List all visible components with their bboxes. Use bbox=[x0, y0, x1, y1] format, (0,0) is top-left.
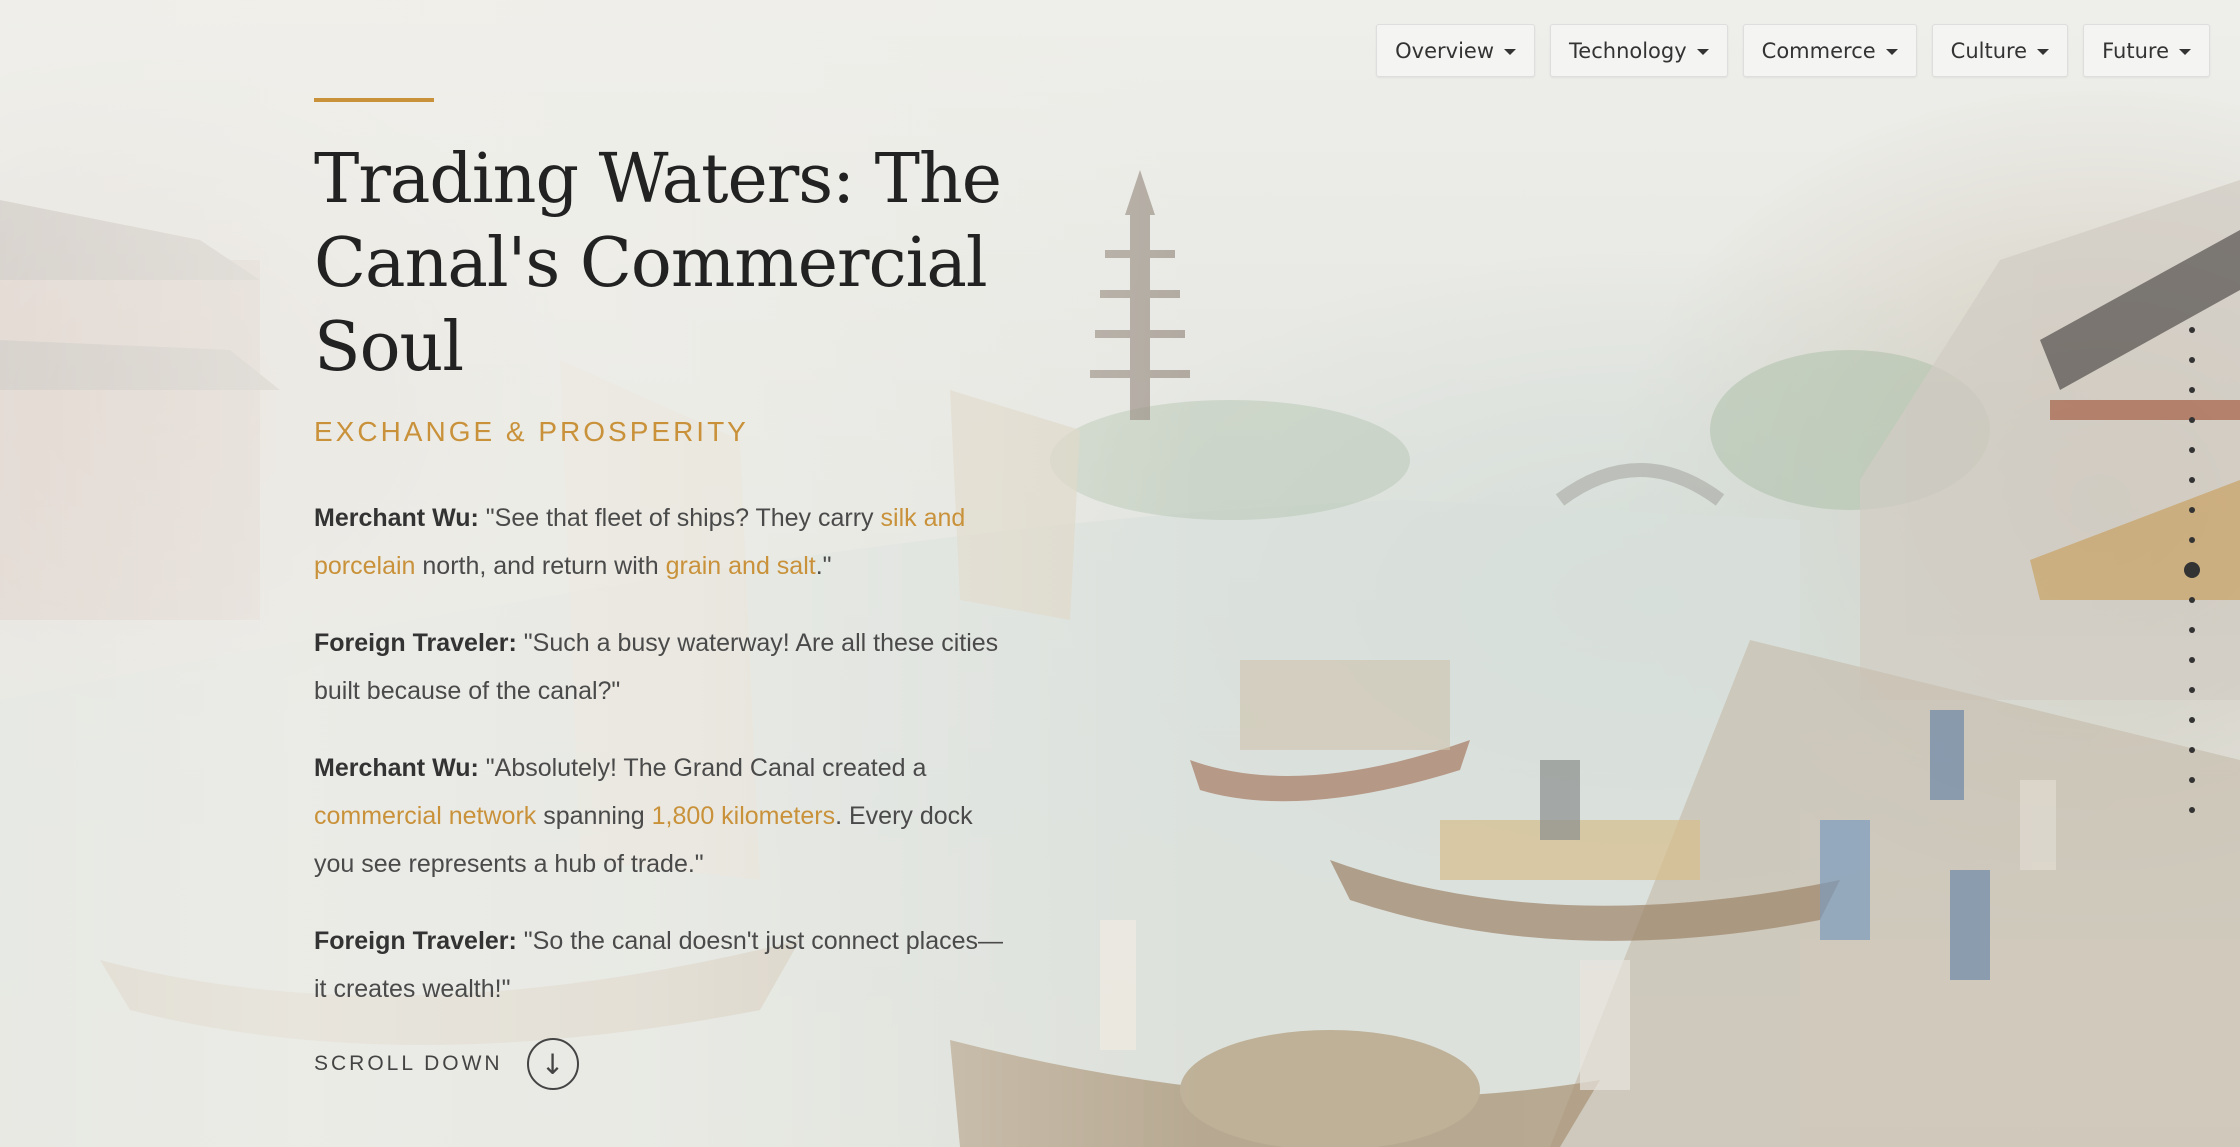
caret-down-icon bbox=[1696, 48, 1709, 55]
dialogue-text: "Absolutely! The Grand Canal created a bbox=[478, 754, 927, 782]
dialogue-line: Merchant Wu: "See that fleet of ships? T… bbox=[314, 494, 1014, 590]
nav-culture-dropdown[interactable]: Culture bbox=[1931, 24, 2069, 77]
scroll-down-label: SCROLL DOWN bbox=[314, 1052, 503, 1075]
section-dot[interactable] bbox=[2189, 387, 2195, 393]
section-dot[interactable] bbox=[2189, 687, 2195, 693]
section-dot[interactable] bbox=[2189, 417, 2195, 423]
nav-overview-dropdown[interactable]: Overview bbox=[1376, 24, 1536, 77]
top-navigation: Overview Technology Commerce Culture Fut… bbox=[1376, 24, 2210, 77]
section-dot[interactable] bbox=[2189, 807, 2195, 813]
section-dot[interactable] bbox=[2189, 507, 2195, 513]
nav-item-label: Commerce bbox=[1761, 38, 1876, 63]
section-dot[interactable] bbox=[2189, 717, 2195, 723]
highlighted-term: grain and salt bbox=[665, 552, 816, 580]
section-subtitle: EXCHANGE & PROSPERITY bbox=[314, 416, 749, 447]
dialogue-text: "See that fleet of ships? They carry bbox=[478, 504, 881, 532]
section-dot[interactable] bbox=[2189, 537, 2195, 543]
nav-future-dropdown[interactable]: Future bbox=[2083, 24, 2210, 77]
nav-commerce-dropdown[interactable]: Commerce bbox=[1742, 24, 1917, 77]
dialogue-text: north, and return with bbox=[415, 552, 666, 580]
speaker-name: Merchant Wu: bbox=[314, 504, 479, 532]
accent-divider bbox=[314, 98, 434, 102]
speaker-name: Foreign Traveler: bbox=[314, 927, 517, 955]
caret-down-icon bbox=[2179, 48, 2191, 55]
dialogue-text: ." bbox=[815, 552, 832, 580]
caret-down-icon bbox=[1504, 48, 1517, 55]
section-dot[interactable] bbox=[2189, 657, 2195, 663]
page-title: Trading Waters: The Canal's Commercial S… bbox=[314, 140, 1002, 387]
nav-item-label: Future bbox=[2102, 38, 2169, 63]
arrow-down-icon: ↓ bbox=[526, 1038, 579, 1090]
highlighted-term: 1,800 kilometers bbox=[651, 802, 836, 830]
hero-content: Trading Waters: The Canal's Commercial S… bbox=[314, 98, 1014, 1042]
caret-down-icon bbox=[2037, 48, 2050, 55]
nav-item-label: Overview bbox=[1395, 38, 1495, 63]
caret-down-icon bbox=[1885, 48, 1898, 55]
section-dot[interactable] bbox=[2189, 357, 2195, 363]
speaker-name: Foreign Traveler: bbox=[314, 629, 517, 657]
section-dot[interactable] bbox=[2189, 747, 2195, 753]
section-dot[interactable] bbox=[2189, 777, 2195, 783]
speaker-name: Merchant Wu: bbox=[314, 754, 479, 782]
dialogue-list: Merchant Wu: "See that fleet of ships? T… bbox=[314, 494, 1014, 1013]
dialogue-line: Foreign Traveler: "So the canal doesn't … bbox=[314, 917, 1014, 1013]
dialogue-line: Merchant Wu: "Absolutely! The Grand Cana… bbox=[314, 744, 1014, 888]
dialogue-line: Foreign Traveler: "Such a busy waterway!… bbox=[314, 619, 1014, 715]
nav-item-label: Culture bbox=[1950, 38, 2028, 63]
section-dot[interactable] bbox=[2189, 627, 2195, 633]
nav-item-label: Technology bbox=[1569, 38, 1687, 63]
scroll-down-button[interactable]: SCROLL DOWN ↓ bbox=[314, 1038, 579, 1090]
nav-technology-dropdown[interactable]: Technology bbox=[1550, 24, 1728, 77]
section-dot[interactable] bbox=[2189, 447, 2195, 453]
highlighted-term: commercial network bbox=[314, 802, 537, 830]
section-dot-active[interactable] bbox=[2184, 562, 2200, 578]
dialogue-text: spanning bbox=[536, 802, 652, 830]
section-dot[interactable] bbox=[2189, 477, 2195, 483]
section-dot[interactable] bbox=[2189, 327, 2195, 333]
section-dot[interactable] bbox=[2189, 597, 2195, 603]
